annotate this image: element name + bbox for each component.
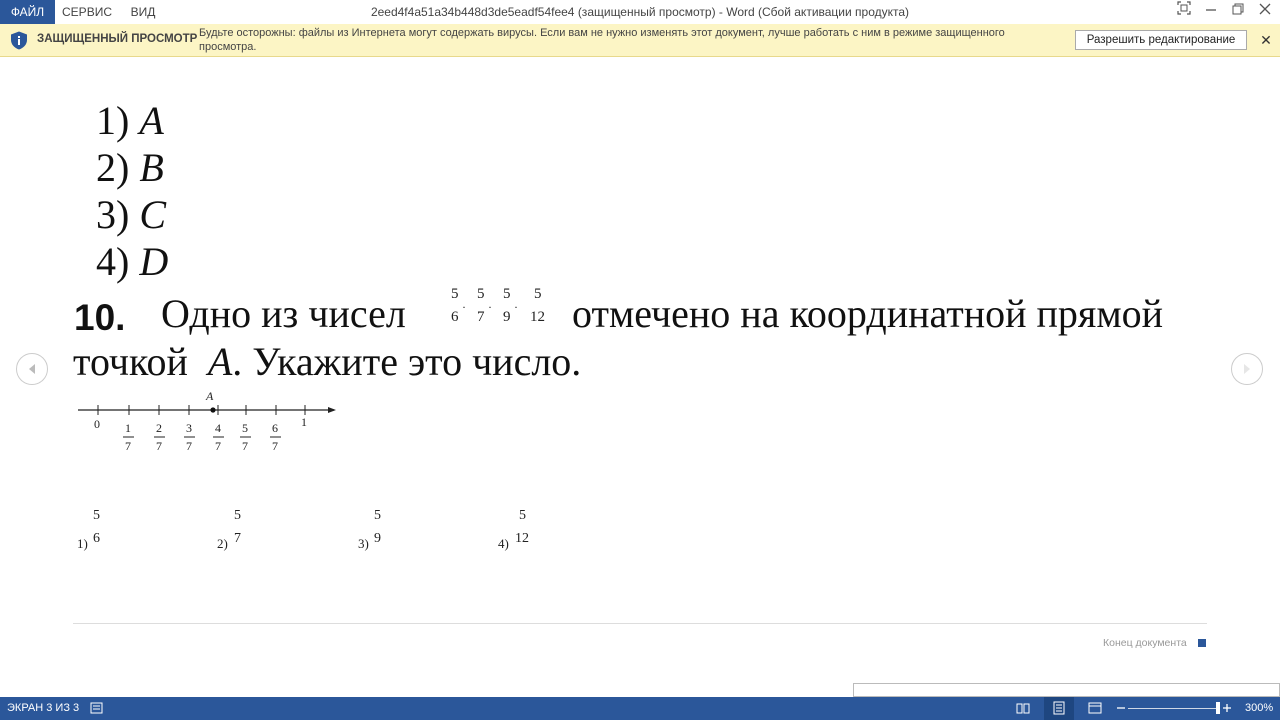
tick-den: 7: [272, 439, 278, 453]
fullscreen-icon[interactable]: [1170, 0, 1198, 24]
answer-3-den: 9: [374, 531, 381, 546]
separator: ·: [514, 300, 518, 314]
page-divider: [73, 623, 1207, 624]
menu-file-tab[interactable]: ФАЙЛ: [0, 0, 55, 24]
answer-4-label: 4): [498, 536, 509, 551]
option-2: 2) B: [96, 145, 164, 190]
tick-num: 6: [272, 421, 278, 435]
answer-3-label: 3): [358, 536, 369, 551]
web-layout-icon[interactable]: [1088, 701, 1102, 715]
separator: ·: [488, 300, 492, 314]
close-message-icon[interactable]: ✕: [1258, 30, 1274, 50]
shield-icon: [10, 31, 28, 50]
number-line-one: 1: [301, 415, 307, 429]
zoom-slider-track[interactable]: [1128, 708, 1220, 709]
option-1: 1) A: [96, 98, 164, 143]
answer-1-num: 5: [93, 508, 100, 523]
screen-counter: ЭКРАН 3 ИЗ 3: [7, 702, 80, 714]
menu-service-tab[interactable]: СЕРВИС: [55, 0, 119, 24]
answer-2-num: 5: [234, 508, 241, 523]
option-4: 4) D: [96, 239, 169, 284]
answer-2-label: 2): [217, 536, 228, 551]
protected-view-message: Будьте осторожны: файлы из Интернета мог…: [199, 27, 1005, 53]
inline-fraction-den: 7: [477, 309, 485, 325]
tick-num: 5: [242, 421, 248, 435]
protected-view-bar: ЗАЩИЩЕННЫЙ ПРОСМОТР Будьте осторожны: фа…: [0, 24, 1280, 57]
answer-4-den: 12: [515, 531, 529, 546]
answer-3-num: 5: [374, 508, 381, 523]
question-text-start: Одно из чисел: [161, 291, 406, 336]
menu-view-tab[interactable]: ВИД: [119, 0, 167, 24]
tick-den: 7: [186, 439, 192, 453]
number-line-zero: 0: [94, 417, 100, 431]
tick-num: 4: [215, 421, 221, 435]
inline-fraction-den: 9: [503, 309, 511, 325]
protected-view-title: ЗАЩИЩЕННЫЙ ПРОСМОТР: [37, 33, 198, 45]
read-mode-icon[interactable]: [1016, 701, 1030, 715]
tick-den: 7: [242, 439, 248, 453]
next-screen-icon[interactable]: [1231, 353, 1263, 385]
answer-4-num: 5: [519, 508, 526, 523]
status-bar: ЭКРАН 3 ИЗ 3 300%: [0, 697, 1280, 720]
inline-fraction-den: 6: [451, 309, 459, 325]
inline-fraction-num: 5: [534, 286, 542, 302]
enable-editing-button[interactable]: Разрешить редактирование: [1075, 30, 1247, 50]
end-of-document-label: Конец документа: [1103, 637, 1187, 649]
tick-num: 2: [156, 421, 162, 435]
inline-fraction-num: 5: [477, 286, 485, 302]
title-bar: ФАЙЛ СЕРВИС ВИД 2eed4f4a51a34b448d3de5ea…: [0, 0, 1280, 24]
question-text-end: точкой A. Укажите это число.: [73, 339, 582, 384]
tick-den: 7: [215, 439, 221, 453]
horizontal-scrollbar[interactable]: [853, 683, 1280, 697]
tick-den: 7: [125, 439, 131, 453]
zoom-level[interactable]: 300%: [1245, 702, 1273, 714]
end-of-document-marker: [1198, 639, 1206, 647]
document-stats-icon[interactable]: [90, 701, 104, 715]
restore-icon[interactable]: [1224, 0, 1252, 24]
separator: ·: [462, 300, 466, 314]
answer-2-den: 7: [234, 531, 241, 546]
tick-num: 1: [125, 421, 131, 435]
question-text-middle: отмечено на координатной прямой: [572, 291, 1164, 336]
option-3: 3) C: [96, 192, 167, 237]
minimize-icon[interactable]: [1197, 0, 1225, 24]
zoom-slider-thumb[interactable]: [1216, 702, 1220, 714]
close-window-icon[interactable]: [1251, 0, 1279, 24]
inline-fraction-num: 5: [503, 286, 511, 302]
inline-fraction-den: 12: [530, 309, 545, 325]
print-layout-icon[interactable]: [1052, 701, 1066, 715]
inline-fraction-num: 5: [451, 286, 459, 302]
tick-num: 3: [186, 421, 192, 435]
number-line-point-label: A: [206, 389, 214, 403]
answer-1-label: 1): [77, 536, 88, 551]
previous-screen-icon[interactable]: [16, 353, 48, 385]
zoom-in-icon[interactable]: [1222, 701, 1236, 715]
answer-1-den: 6: [93, 531, 100, 546]
tick-den: 7: [156, 439, 162, 453]
window-title: 2eed4f4a51a34b448d3de5eadf54fee4 (защище…: [370, 5, 910, 19]
question-number: 10.: [74, 297, 126, 338]
